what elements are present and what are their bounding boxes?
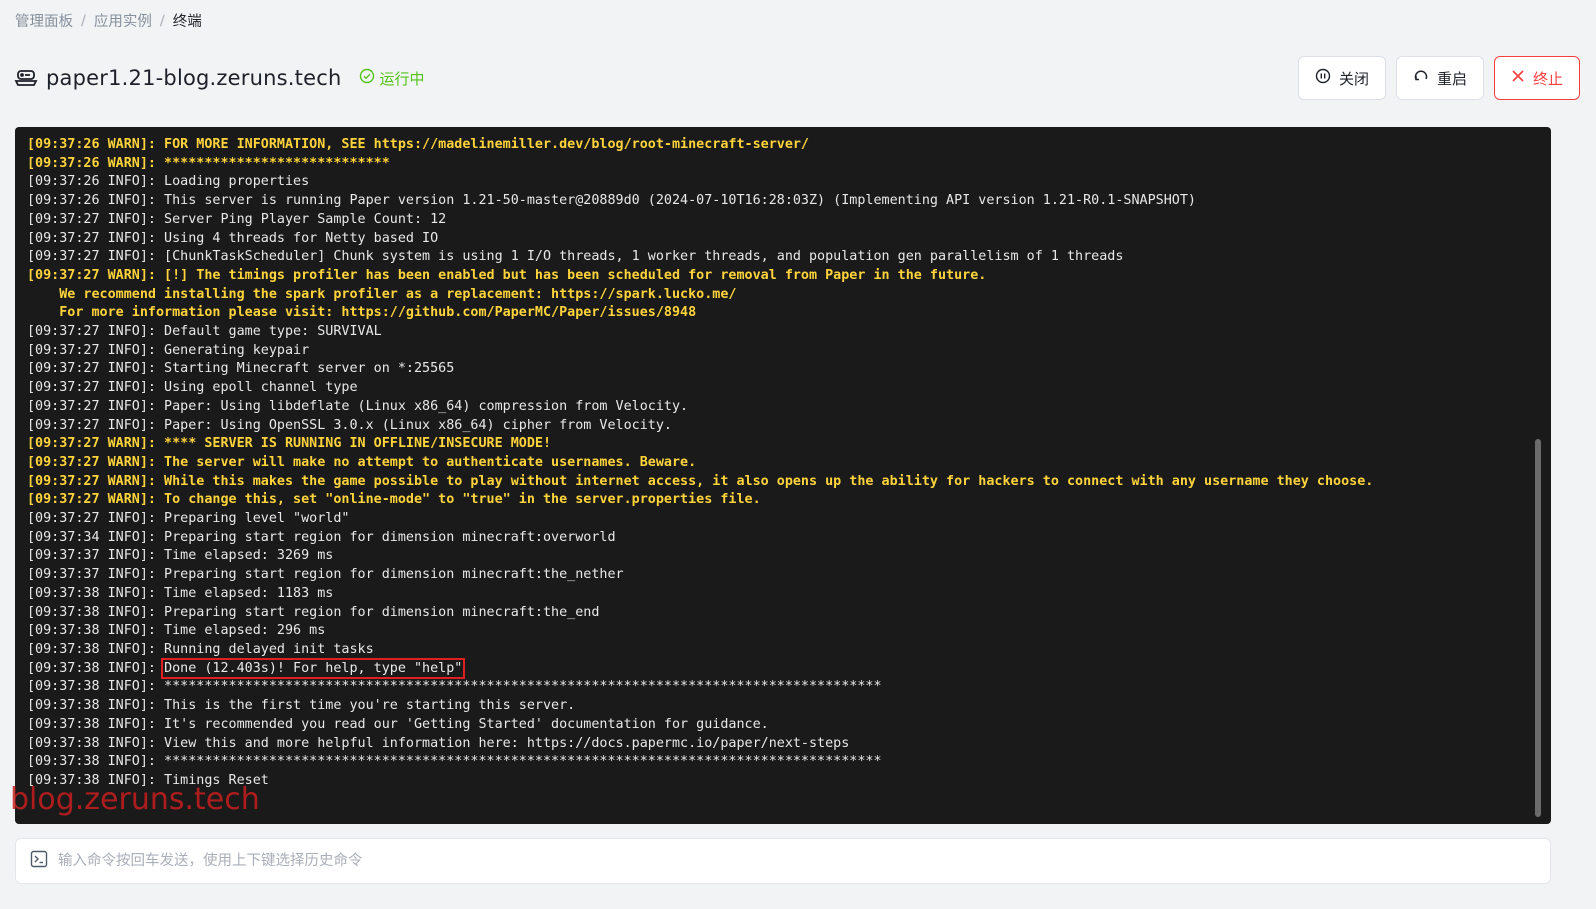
log-line: For more information please visit: https… [27,304,1539,323]
restart-button-label: 重启 [1436,69,1467,88]
log-line: [09:37:37 INFO]: Time elapsed: 3269 ms [27,547,1539,566]
log-line-text: [09:37:37 INFO]: Preparing start region … [27,567,624,583]
breadcrumb: 管理面板 / 应用实例 / 终端 [15,10,202,31]
terminate-button-label: 终止 [1532,69,1563,88]
log-line-text: [09:37:37 INFO]: Time elapsed: 3269 ms [27,548,334,564]
restart-button[interactable]: 重启 [1395,56,1484,100]
log-line-text: [09:37:38 INFO]: View this and more help… [27,735,850,751]
log-line: [09:37:27 INFO]: Default game type: SURV… [27,323,1539,342]
log-line: [09:37:37 INFO]: Preparing start region … [27,566,1539,585]
terminal-scrollbar[interactable] [1535,139,1541,819]
log-line: [09:37:27 INFO]: Starting Minecraft serv… [27,360,1539,379]
log-line: [09:37:38 INFO]: View this and more help… [27,735,1539,754]
log-line-text: [09:37:27 INFO]: Paper: Using libdeflate… [27,398,689,414]
log-line: [09:37:27 INFO]: Paper: Using OpenSSL 3.… [27,417,1539,436]
pause-circle-icon [1315,68,1331,88]
scrollbar-thumb[interactable] [1535,439,1541,817]
log-line: [09:37:38 INFO]: Done (12.403s)! For hel… [27,657,1539,679]
log-line: [09:37:38 INFO]: It's recommended you re… [27,716,1539,735]
log-line-text: [09:37:27 INFO]: Generating keypair [27,342,310,358]
log-line-text: [09:37:27 WARN]: To change this, set "on… [27,492,761,508]
close-x-icon [1511,69,1525,87]
log-line: [09:37:26 INFO]: Loading properties [27,173,1539,192]
log-line-text: [09:37:26 INFO]: This server is running … [27,193,1196,209]
log-line-text: [09:37:27 WARN]: **** SERVER IS RUNNING … [27,436,552,452]
close-button[interactable]: 关闭 [1297,56,1386,100]
log-line: [09:37:27 WARN]: While this makes the ga… [27,473,1539,492]
log-line-text: [09:37:27 INFO]: Using epoll channel typ… [27,380,358,396]
restart-icon [1413,68,1429,88]
server-icon [14,66,38,90]
log-line: [09:37:27 WARN]: [!] The timings profile… [27,267,1539,286]
close-button-label: 关闭 [1338,69,1369,88]
command-input[interactable] [56,852,1550,870]
log-line-text: [09:37:27 INFO]: [ChunkTaskScheduler] Ch… [27,249,1124,265]
log-line: [09:37:26 WARN]: FOR MORE INFORMATION, S… [27,136,1539,155]
action-buttons: 关闭 重启 终止 [1297,56,1580,100]
log-line-text: [09:37:38 INFO]: [27,660,165,676]
log-line-text: [09:37:27 WARN]: [!] The timings profile… [27,267,987,283]
log-line-text: [09:37:38 INFO]: Preparing start region … [27,604,600,620]
log-line: [09:37:27 WARN]: The server will make no… [27,454,1539,473]
log-line: [09:37:38 INFO]: ***********************… [27,678,1539,697]
log-line-text: [09:37:27 INFO]: Paper: Using OpenSSL 3.… [27,417,672,433]
command-bar [15,838,1551,884]
log-line-text: [09:37:27 WARN]: While this makes the ga… [27,473,1374,489]
status-badge: 运行中 [359,68,424,89]
log-line-text: [09:37:26 WARN]: ***********************… [27,155,390,171]
log-line: [09:37:27 WARN]: To change this, set "on… [27,491,1539,510]
log-line: [09:37:27 INFO]: Using epoll channel typ… [27,379,1539,398]
breadcrumb-separator: / [81,12,86,29]
log-line: [09:37:38 INFO]: This is the first time … [27,697,1539,716]
log-line-text: [09:37:38 INFO]: Running delayed init ta… [27,641,374,657]
log-line-text: [09:37:34 INFO]: Preparing start region … [27,529,616,545]
terminal-log: [09:37:26 WARN]: FOR MORE INFORMATION, S… [27,136,1539,791]
log-line-text: [09:37:38 INFO]: Time elapsed: 296 ms [27,623,326,639]
terminal-prompt-icon [30,850,48,872]
log-line-text: [09:37:26 INFO]: Loading properties [27,174,310,190]
log-line: [09:37:27 INFO]: [ChunkTaskScheduler] Ch… [27,248,1539,267]
terminate-button[interactable]: 终止 [1493,56,1580,100]
log-line-text: [09:37:27 INFO]: Starting Minecraft serv… [27,361,455,377]
log-line-text: [09:37:27 INFO]: Server Ping Player Samp… [27,211,447,227]
log-line-text: [09:37:38 INFO]: Time elapsed: 1183 ms [27,585,334,601]
log-line-text: [09:37:38 INFO]: This is the first time … [27,698,576,714]
breadcrumb-item-dashboard[interactable]: 管理面板 [15,10,73,31]
breadcrumb-separator: / [159,12,165,29]
log-line-text: [09:37:38 INFO]: ***********************… [27,754,882,770]
log-line: [09:37:27 INFO]: Paper: Using libdeflate… [27,398,1539,417]
log-line: We recommend installing the spark profil… [27,286,1539,305]
breadcrumb-item-instances[interactable]: 应用实例 [94,10,152,31]
log-line: [09:37:27 INFO]: Using 4 threads for Net… [27,230,1539,249]
log-line: [09:37:26 INFO]: This server is running … [27,192,1539,211]
highlighted-done-message: Done (12.403s)! For help, type "help" [161,657,466,679]
log-line: [09:37:38 INFO]: ***********************… [27,753,1539,772]
terminal-output[interactable]: [09:37:26 WARN]: FOR MORE INFORMATION, S… [15,127,1551,824]
log-line-text: [09:37:27 INFO]: Preparing level "world" [27,511,350,527]
log-line-text: For more information please visit: https… [27,305,697,321]
log-line-text: [09:37:27 INFO]: Default game type: SURV… [27,324,382,340]
log-line: [09:37:38 INFO]: Preparing start region … [27,604,1539,623]
page-title: paper1.21-blog.zeruns.tech [46,66,342,90]
log-line: [09:37:38 INFO]: Time elapsed: 296 ms [27,622,1539,641]
log-line-text: [09:37:38 INFO]: It's recommended you re… [27,716,769,732]
log-line-text: [09:37:27 WARN]: The server will make no… [27,454,697,470]
log-line-text: [09:37:26 WARN]: FOR MORE INFORMATION, S… [27,137,809,152]
log-line: [09:37:38 INFO]: Running delayed init ta… [27,641,1539,660]
breadcrumb-item-terminal: 终端 [172,14,202,30]
log-line: [09:37:27 INFO]: Generating keypair [27,342,1539,361]
log-line: [09:37:26 WARN]: ***********************… [27,155,1539,174]
status-text: 运行中 [379,69,425,88]
page-header: paper1.21-blog.zeruns.tech 运行中 关闭 重启 终止 [14,56,1580,100]
log-line: [09:37:34 INFO]: Preparing start region … [27,529,1539,548]
check-circle-icon [359,68,375,88]
log-line-text: [09:37:27 INFO]: Using 4 threads for Net… [27,230,439,246]
log-line: [09:37:27 INFO]: Preparing level "world" [27,510,1539,529]
log-line-text: We recommend installing the spark profil… [27,286,737,302]
watermark: blog.zeruns.tech [10,782,260,817]
log-line: [09:37:38 INFO]: Time elapsed: 1183 ms [27,585,1539,604]
log-line: [09:37:27 INFO]: Server Ping Player Samp… [27,211,1539,230]
log-line: [09:37:27 WARN]: **** SERVER IS RUNNING … [27,435,1539,454]
log-line-text: [09:37:38 INFO]: ***********************… [27,679,882,695]
